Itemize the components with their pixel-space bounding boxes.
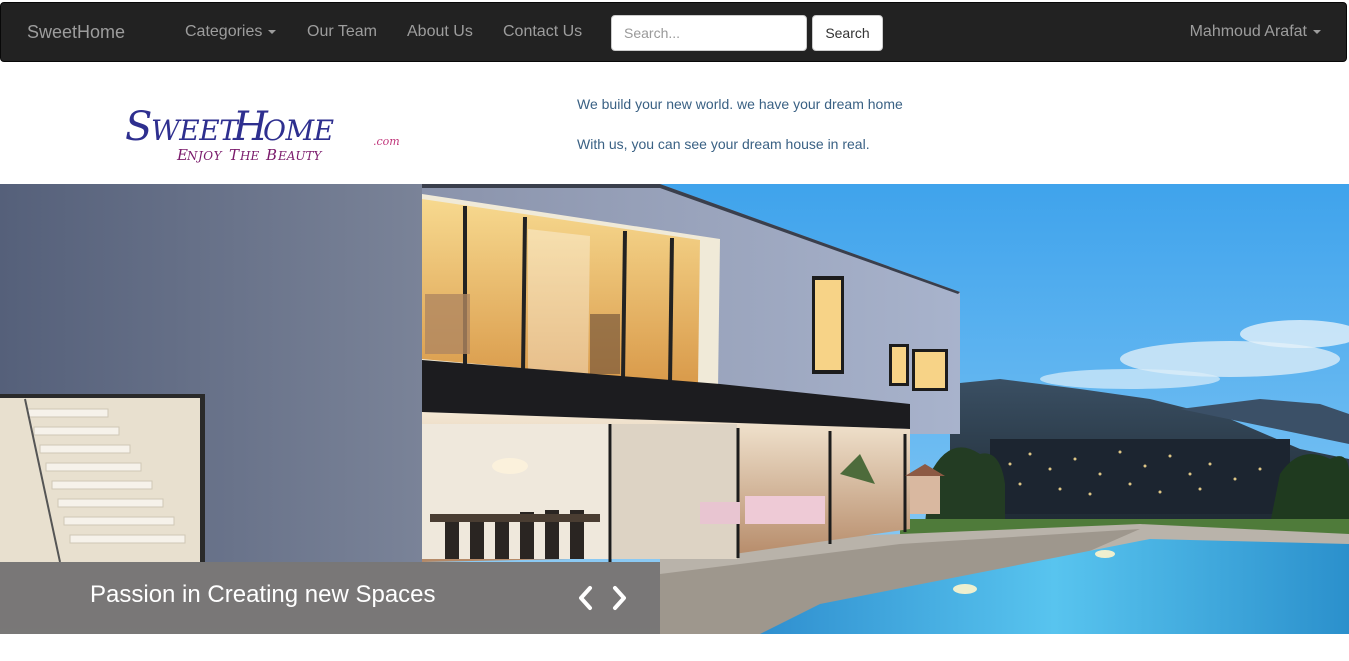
svg-text:B: B bbox=[265, 146, 277, 164]
tagline-primary: We build your new world. we have your dr… bbox=[577, 96, 903, 112]
svg-text:S: S bbox=[125, 104, 151, 150]
caret-down-icon bbox=[1313, 29, 1321, 34]
svg-text:WEET: WEET bbox=[151, 114, 240, 147]
svg-text:NJOY: NJOY bbox=[186, 149, 223, 163]
chevron-left-icon bbox=[579, 586, 592, 610]
nav-link-contact-us[interactable]: Contact Us bbox=[503, 23, 582, 41]
search-input[interactable] bbox=[611, 15, 807, 51]
carousel-caption: Passion in Creating new Spaces bbox=[90, 581, 436, 608]
nav-link-about-us[interactable]: About Us bbox=[407, 23, 473, 41]
carousel-prev-button[interactable] bbox=[571, 583, 601, 613]
navbar-brand[interactable]: SweetHome bbox=[27, 22, 125, 43]
hero-carousel: Passion in Creating new Spaces bbox=[0, 184, 1349, 634]
carousel-next-button[interactable] bbox=[604, 583, 634, 613]
svg-text:HE: HE bbox=[239, 149, 259, 163]
chevron-right-icon bbox=[613, 586, 626, 610]
svg-text:EAUTY: EAUTY bbox=[277, 149, 323, 163]
tagline-secondary: With us, you can see your dream house in… bbox=[577, 136, 870, 152]
categories-label: Categories bbox=[185, 23, 263, 40]
categories-dropdown[interactable]: Categories bbox=[185, 23, 277, 41]
svg-text:OME: OME bbox=[263, 114, 334, 147]
carousel-caption-bar: Passion in Creating new Spaces bbox=[0, 562, 660, 634]
svg-text:.com: .com bbox=[373, 135, 400, 148]
caret-down-icon bbox=[268, 29, 277, 34]
user-name: Mahmoud Arafat bbox=[1189, 23, 1307, 40]
sweethome-logo[interactable]: S WEET H OME .com E NJOY T HE B EAUTY bbox=[125, 98, 405, 168]
user-menu-dropdown[interactable]: Mahmoud Arafat bbox=[1190, 23, 1321, 41]
top-navbar: SweetHome Categories Our Team About Us C… bbox=[0, 2, 1347, 62]
nav-link-our-team[interactable]: Our Team bbox=[307, 23, 377, 41]
svg-text:T: T bbox=[229, 146, 240, 164]
search-button[interactable]: Search bbox=[812, 15, 883, 51]
